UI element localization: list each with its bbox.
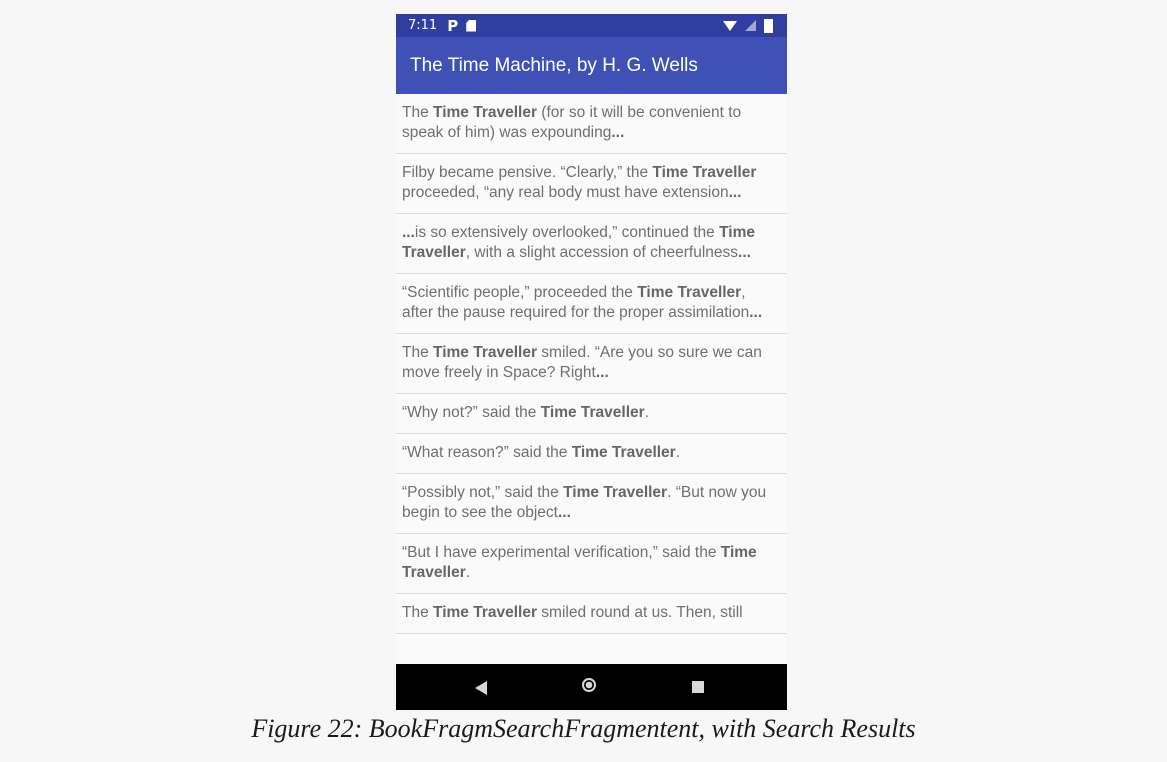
result-highlight: Time Traveller [433, 344, 537, 361]
result-highlight: ... [595, 364, 609, 381]
back-icon[interactable] [475, 681, 487, 695]
search-result-item[interactable]: The Time Traveller (for so it will be co… [396, 94, 787, 154]
battery-icon [764, 18, 773, 33]
search-result-item[interactable]: The Time Traveller smiled. “Are you so s… [396, 334, 787, 394]
result-highlight: ... [728, 184, 742, 201]
result-text: “What reason?” said the [402, 444, 572, 461]
result-highlight: ... [557, 504, 571, 521]
wifi-icon [723, 20, 737, 31]
result-text: Filby became pensive. “Clearly,” the [402, 164, 653, 181]
sd-card-icon [466, 19, 477, 32]
phone-screen: 7:11 P The Time Machine, by H. G. Wells … [396, 14, 787, 710]
figure-caption: Figure 22: BookFragmSearchFragmentent, w… [251, 714, 916, 743]
result-text: “Why not?” said the [402, 404, 541, 421]
result-text: . [644, 404, 649, 421]
result-text: “Possibly not,” said the [402, 484, 564, 501]
app-bar: The Time Machine, by H. G. Wells [396, 37, 787, 94]
search-result-item[interactable]: ...is so extensively overlooked,” contin… [396, 214, 787, 274]
result-highlight: ... [402, 224, 415, 241]
search-result-item[interactable]: Filby became pensive. “Clearly,” the Tim… [396, 154, 787, 214]
search-result-item[interactable]: “What reason?” said the Time Traveller. [396, 434, 787, 474]
search-result-item[interactable]: “Why not?” said the Time Traveller. [396, 394, 787, 434]
app-title: The Time Machine, by H. G. Wells [410, 54, 698, 76]
result-highlight: Time Traveller [571, 444, 676, 461]
result-text: . [465, 564, 471, 581]
result-highlight: ... [738, 244, 751, 261]
signal-icon [745, 20, 756, 31]
result-text: proceeded, “any real body must have exte… [402, 184, 729, 201]
recents-icon[interactable] [692, 681, 704, 693]
result-highlight: Time Traveller [433, 104, 537, 121]
result-text: smiled round at us. Then, still [537, 604, 743, 621]
result-text: “Scientific people,” proceeded the [402, 284, 638, 301]
navigation-bar [396, 664, 787, 710]
result-text: is so extensively overlooked,” continued… [414, 224, 720, 241]
search-result-item[interactable]: “Scientific people,” proceeded the Time … [396, 274, 787, 334]
result-highlight: Time Traveller [563, 484, 668, 501]
result-highlight: Time Traveller [540, 404, 645, 421]
status-time: 7:11 [408, 18, 438, 33]
result-text: . [675, 444, 681, 461]
result-highlight: ... [611, 124, 625, 141]
search-results-list[interactable]: The Time Traveller (for so it will be co… [396, 94, 787, 664]
result-highlight: ... [749, 304, 763, 321]
result-highlight: Time Traveller [652, 164, 757, 181]
home-icon[interactable] [582, 678, 596, 692]
search-result-item[interactable]: The Time Traveller smiled round at us. T… [396, 594, 787, 634]
result-text: The [402, 344, 434, 361]
result-text: , with a slight accession of cheerfulnes… [465, 244, 739, 261]
result-highlight: Time Traveller [433, 604, 537, 621]
result-text: The [402, 604, 434, 621]
p-notification-icon: P [447, 16, 459, 35]
result-highlight: Time Traveller [637, 284, 742, 301]
search-result-item[interactable]: “Possibly not,” said the Time Traveller.… [396, 474, 787, 534]
status-bar: 7:11 P [396, 14, 787, 37]
result-text: The [402, 104, 434, 121]
result-text: “But I have experimental verification,” … [402, 544, 721, 561]
search-result-item[interactable]: “But I have experimental verification,” … [396, 534, 787, 594]
status-icons [723, 18, 773, 33]
